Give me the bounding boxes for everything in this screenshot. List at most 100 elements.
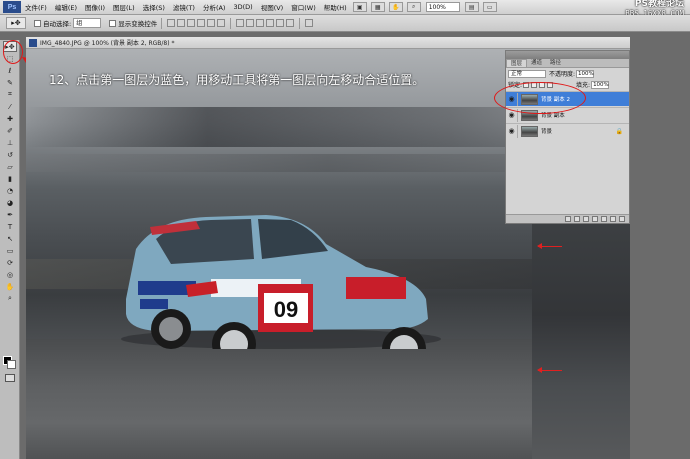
menu-help[interactable]: 帮助(H) [320,2,351,12]
screen-mode-icon[interactable]: ▭ [482,2,497,12]
show-transform-checkbox[interactable] [109,19,117,27]
fill-input[interactable]: 100% [591,80,610,89]
brush-tool-icon[interactable]: ✐ [3,125,17,136]
menu-view[interactable]: 视图(V) [257,2,288,12]
show-transform-label: 显示变换控件 [118,20,158,28]
zoom-tool-icon[interactable]: ⌕ [406,2,421,12]
quick-mask-icon[interactable] [5,374,15,382]
background-color-swatch[interactable] [7,360,16,369]
eyedropper-tool-icon[interactable]: ⁄ [3,101,17,112]
bridge-icon[interactable]: ▣ [352,2,367,12]
distribute-hcenter-icon[interactable] [276,19,285,27]
hand-tool-icon[interactable]: ✋ [3,281,17,292]
new-group-icon[interactable] [601,216,607,222]
layer-offset-strip [532,219,630,459]
race-car-image: 09 [121,215,441,349]
layer-thumbnail [521,125,538,137]
layer-name: 背景 [541,129,553,135]
align-vcenter-icon[interactable] [177,19,186,27]
layers-panel: 图层 通道 路径 正常 不透明度: 100% 锁定: 填充: 100% ◉ 背景… [505,50,630,224]
align-bottom-icon[interactable] [187,19,196,27]
layers-panel-header[interactable] [506,51,629,59]
3d-rotate-icon[interactable]: ⟳ [3,257,17,268]
clone-stamp-icon[interactable]: ⊥ [3,137,17,148]
tab-channels[interactable]: 通道 [527,59,546,67]
type-tool-icon[interactable]: T [3,221,17,232]
tab-paths[interactable]: 路径 [546,59,565,67]
photoshop-logo: Ps [3,1,21,13]
shape-tool-icon[interactable]: ▭ [3,245,17,256]
3d-orbit-icon[interactable]: ◎ [3,269,17,280]
align-right-icon[interactable] [217,19,226,27]
auto-select-dropdown[interactable]: 组 [73,18,102,28]
divider [161,17,163,29]
fill-label: 填充: [576,82,591,89]
blend-mode-dropdown[interactable]: 正常 [508,69,546,78]
car-number: 09 [274,297,298,322]
annotation-arrow-offset-top [537,243,562,249]
pen-tool-icon[interactable]: ✒ [3,209,17,220]
arrange-docs-icon[interactable]: ▤ [464,2,479,12]
path-select-icon[interactable]: ↖ [3,233,17,244]
history-brush-icon[interactable]: ↺ [3,149,17,160]
layer-lock-icon: 🔒 [615,127,623,135]
new-layer-icon[interactable] [610,216,616,222]
quick-select-tool-icon[interactable]: ✎ [3,77,17,88]
menu-file[interactable]: 文件(F) [21,2,51,12]
menu-edit[interactable]: 编辑(E) [51,2,81,12]
link-layers-icon[interactable] [565,216,571,222]
align-left-icon[interactable] [197,19,206,27]
opacity-label: 不透明度: [549,71,576,78]
add-mask-icon[interactable] [583,216,589,222]
zoom-level[interactable]: 100% [425,2,460,12]
delete-layer-icon[interactable] [619,216,625,222]
auto-align-icon[interactable] [305,19,314,27]
healing-brush-icon[interactable]: ✚ [3,113,17,124]
menu-image[interactable]: 图像(I) [81,2,109,12]
layer-row[interactable]: ◉ 背景 🔒 [506,123,629,138]
distribute-right-icon[interactable] [286,19,295,27]
dodge-tool-icon[interactable]: ◕ [3,197,17,208]
tools-panel: ▸✥ ⬚ ℓ ✎ ⌗ ⁄ ✚ ✐ ⊥ ↺ ▱ ▮ ◔ ◕ ✒ T ↖ ▭ ⟳ ◎… [0,40,20,459]
distribute-left-icon[interactable] [266,19,275,27]
eraser-tool-icon[interactable]: ▱ [3,161,17,172]
document-icon [29,38,37,47]
distribute-vcenter-icon[interactable] [246,19,255,27]
tutorial-instruction: 12、点击第一图层为蓝色，用移动工具将第一图层向左移动合适位置。 [49,73,425,87]
adjustment-layer-icon[interactable] [592,216,598,222]
crop-tool-icon[interactable]: ⌗ [3,89,17,100]
menu-bar: Ps 文件(F) 编辑(E) 图像(I) 图层(L) 选择(S) 滤镜(T) 分… [0,0,690,18]
watermark-title: PS教程论坛 [634,0,684,9]
align-hcenter-icon[interactable] [207,19,216,27]
blur-tool-icon[interactable]: ◔ [3,185,17,196]
menu-3d[interactable]: 3D(D) [229,3,256,11]
opacity-input[interactable]: 100% [576,69,595,78]
distribute-top-icon[interactable] [236,19,245,27]
gradient-tool-icon[interactable]: ▮ [3,173,17,184]
tool-preset-picker[interactable]: ▸✥ [6,17,26,29]
auto-select-label: 自动选择: [43,20,72,28]
divider [230,17,232,29]
menu-analysis[interactable]: 分析(A) [199,2,230,12]
fx-icon[interactable] [574,216,580,222]
layers-panel-tabs: 图层 通道 路径 [506,59,629,68]
auto-select-checkbox[interactable] [34,19,41,27]
menu-layer[interactable]: 图层(L) [109,2,139,12]
annotation-circle-selected-layer [494,82,586,114]
distribute-bottom-icon[interactable] [256,19,265,27]
zoom-tool-icon[interactable]: ⌕ [3,293,17,304]
hand-tool-icon[interactable]: ✋ [388,2,403,12]
document-tab-title: IMG_4840.JPG @ 100% (背景 副本 2, RGB/8) * [40,40,175,47]
annotation-arrow-offset-bottom [537,367,562,373]
minibridge-icon[interactable]: ▦ [370,2,385,12]
lasso-tool-icon[interactable]: ℓ [3,65,17,76]
blend-row: 正常 不透明度: 100% [506,68,629,79]
menu-select[interactable]: 选择(S) [139,2,169,12]
visibility-eye-icon[interactable]: ◉ [506,124,518,138]
tab-layers[interactable]: 图层 [506,59,528,67]
document-tab[interactable]: IMG_4840.JPG @ 100% (背景 副本 2, RGB/8) * [26,37,630,49]
align-top-icon[interactable] [167,19,176,27]
menu-filter[interactable]: 滤镜(T) [169,2,199,12]
divider [299,17,301,29]
menu-window[interactable]: 窗口(W) [287,2,320,12]
